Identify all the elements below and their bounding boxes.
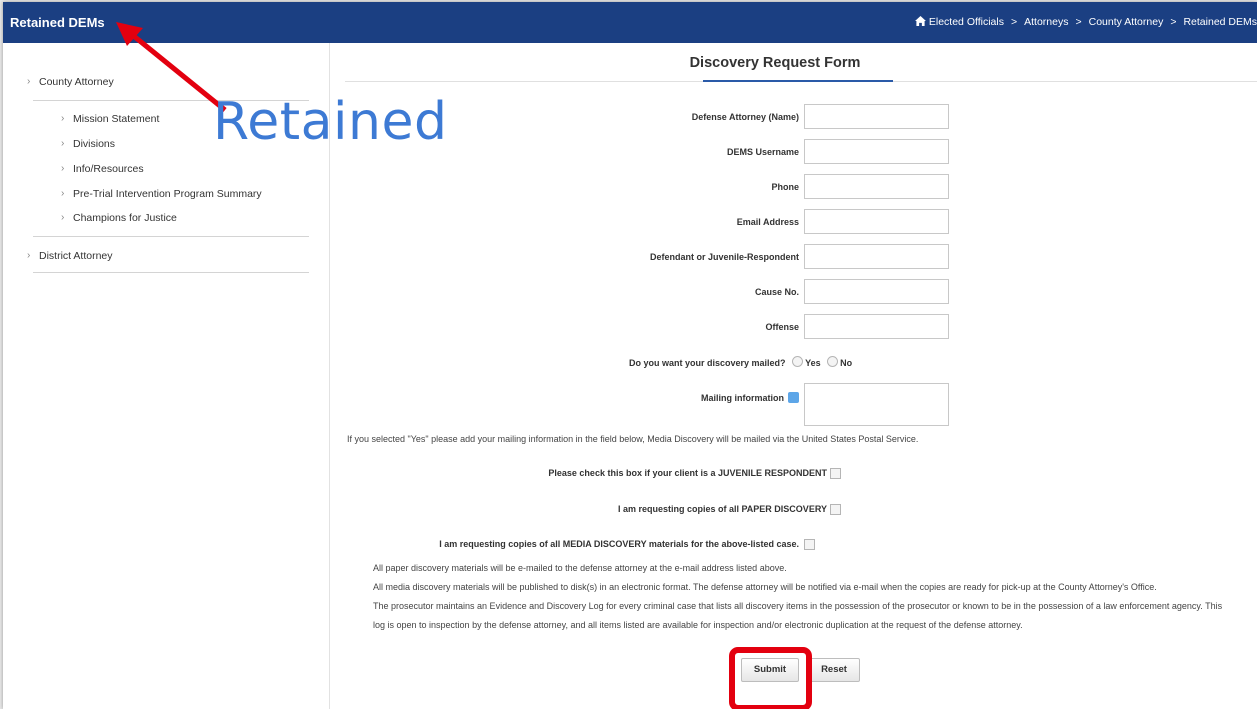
mailed-no-radio[interactable] [827, 356, 839, 367]
sidebar-item-label: Champions for Justice [73, 212, 177, 224]
mailing-info-label: Mailing information [701, 393, 784, 403]
sidebar-item-pre-trial[interactable]: › Pre-Trial Intervention Program Summary [61, 188, 262, 200]
field-label-defendant: Defendant or Juvenile-Respondent [649, 252, 799, 262]
home-icon[interactable] [914, 16, 926, 26]
chevron-right-icon: › [27, 76, 31, 87]
breadcrumb: Elected Officials > Attorneys > County Attor… [914, 16, 1257, 28]
breadcrumb-separator: > [1075, 16, 1082, 28]
chevron-right-icon: › [61, 113, 65, 124]
mailed-no-label: No [840, 358, 853, 368]
chevron-right-icon: › [61, 188, 65, 199]
breadcrumb-separator: > [1170, 16, 1177, 28]
field-label-email: Email Address [736, 217, 799, 227]
dems-username-input[interactable] [804, 139, 949, 164]
defense-attorney-input[interactable] [804, 104, 949, 129]
sidebar-divider [33, 236, 309, 237]
phone-input[interactable] [804, 174, 949, 199]
mailing-info-textarea[interactable] [804, 383, 949, 426]
mailed-question-label: Do you want your discovery mailed? [629, 358, 786, 368]
field-label-phone: Phone [771, 182, 799, 192]
media-discovery-checkbox[interactable] [804, 539, 815, 550]
field-label-cause-no: Cause No. [754, 287, 799, 297]
offense-input[interactable] [804, 314, 949, 339]
sidebar-item-district-attorney[interactable]: › District Attorney [27, 250, 113, 262]
paper-discovery-checkbox-label: I am requesting copies of all PAPER DISC… [617, 504, 827, 514]
mailing-note: If you selected "Yes" please add your ma… [347, 434, 919, 444]
sidebar-item-info-resources[interactable]: › Info/Resources [61, 163, 144, 175]
cause-no-input[interactable] [804, 279, 949, 304]
breadcrumb-item-attorneys[interactable]: Attorneys [1024, 16, 1068, 28]
browser-page: Retained DEMs Elected Officials > Attorney… [3, 2, 1257, 709]
chevron-right-icon: › [61, 138, 65, 149]
sidebar-item-champions[interactable]: › Champions for Justice [61, 212, 177, 224]
media-discovery-checkbox-label: I am requesting copies of all MEDIA DISC… [439, 539, 799, 549]
breadcrumb-item-county-attorney[interactable]: County Attorney [1089, 16, 1164, 28]
sidebar-divider [33, 272, 309, 273]
paper-discovery-checkbox[interactable] [830, 504, 841, 515]
chevron-right-icon: › [61, 163, 65, 174]
chevron-right-icon: › [27, 250, 31, 261]
breadcrumb-separator: > [1010, 16, 1018, 28]
mailing-info-label-row: Mailing information [701, 392, 799, 403]
reset-button[interactable]: Reset [808, 658, 860, 682]
mailed-yes-radio[interactable] [792, 356, 804, 367]
annotation-label: Retained [213, 92, 448, 152]
submit-highlight-box [729, 647, 812, 709]
info-icon[interactable] [788, 392, 799, 403]
juvenile-checkbox[interactable] [830, 468, 841, 479]
defendant-input[interactable] [804, 244, 949, 269]
mailed-yes-label: Yes [805, 358, 821, 368]
sidebar-item-divisions[interactable]: › Divisions [61, 138, 116, 150]
field-label-offense: Offense [765, 322, 799, 332]
mailed-question-row: Do you want your discovery mailed? Yes N… [629, 356, 852, 368]
sidebar-item-label: Info/Resources [73, 163, 144, 175]
field-label-dems-username: DEMS Username [726, 147, 799, 157]
chevron-right-icon: › [61, 212, 65, 223]
note-media: All media discovery materials will be pu… [373, 582, 1157, 592]
title-accent-bar [703, 80, 893, 82]
email-input[interactable] [804, 209, 949, 234]
page-title: Retained DEMs [10, 15, 105, 30]
juvenile-checkbox-label: Please check this box if your client is … [548, 468, 827, 478]
note-log: The prosecutor maintains an Evidence and… [373, 601, 1223, 630]
form-title: Discovery Request Form [689, 55, 861, 71]
breadcrumb-item-retained-dems[interactable]: Retained DEMs [1183, 16, 1257, 28]
breadcrumb-item-elected-officials[interactable]: Elected Officials [929, 16, 1004, 28]
note-paper: All paper discovery materials will be e-… [373, 563, 787, 573]
sidebar-item-label: Divisions [73, 138, 116, 150]
field-label-defense-attorney: Defense Attorney (Name) [691, 112, 799, 122]
notes-paragraph: All paper discovery materials will be e-… [373, 559, 1233, 635]
sidebar-item-label: Pre-Trial Intervention Program Summary [73, 188, 262, 200]
sidebar-item-label: District Attorney [39, 250, 113, 262]
